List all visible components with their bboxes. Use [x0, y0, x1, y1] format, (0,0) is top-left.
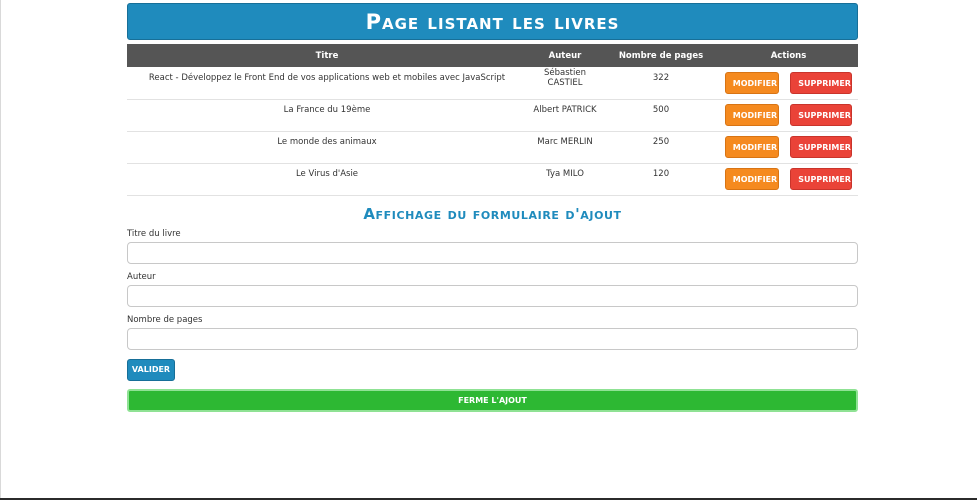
book-pages-cell: 120: [603, 163, 719, 196]
table-row: Le Virus d'Asie Tya MILO 120 MODIFIER SU…: [127, 163, 858, 196]
book-author: Marc MERLIN: [537, 137, 593, 147]
book-author-cell: Albert PATRICK: [527, 99, 603, 132]
window-left-edge: [0, 0, 1, 500]
table-row: La France du 19ème Albert PATRICK 500 MO…: [127, 99, 858, 132]
actions-cell: MODIFIER SUPPRIMER: [719, 163, 858, 196]
supprimer-button[interactable]: SUPPRIMER: [790, 168, 853, 190]
book-title: React - Développez le Front End de vos a…: [148, 72, 506, 83]
book-author: Sébastien CASTIEL: [544, 67, 586, 88]
table-row: React - Développez le Front End de vos a…: [127, 67, 858, 100]
pages-label: Nombre de pages: [127, 314, 203, 325]
supprimer-button[interactable]: SUPPRIMER: [790, 104, 853, 126]
modifier-button[interactable]: MODIFIER: [724, 136, 779, 158]
book-pages: 120: [652, 169, 670, 179]
book-pages: 500: [652, 105, 670, 115]
book-author: Albert PATRICK: [533, 105, 597, 115]
book-author-cell: Sébastien CASTIEL: [527, 67, 603, 100]
book-pages-cell: 250: [603, 131, 719, 164]
book-pages: 322: [652, 72, 670, 83]
book-title: Le Virus d'Asie: [295, 169, 359, 179]
book-pages: 250: [652, 137, 670, 147]
table-row: Le monde des animaux Marc MERLIN 250 MOD…: [127, 131, 858, 164]
page-title: Page listant les livres: [365, 9, 620, 34]
supprimer-button[interactable]: SUPPRIMER: [790, 136, 853, 158]
books-table: Titre Auteur Nombre de pages Actions Rea…: [127, 44, 858, 196]
column-header-actions: Actions: [770, 50, 807, 61]
column-header-nombre-pages: Nombre de pages: [618, 50, 704, 61]
actions-cell: MODIFIER SUPPRIMER: [719, 99, 858, 132]
table-header-row: Titre Auteur Nombre de pages Actions: [127, 44, 858, 67]
book-title: Le monde des animaux: [277, 137, 377, 147]
book-pages-cell: 500: [603, 99, 719, 132]
book-author-cell: Tya MILO: [527, 163, 603, 196]
form-title: Affichage du formulaire d'ajout: [363, 204, 622, 223]
auteur-label: Auteur: [127, 271, 156, 282]
main-container: Page listant les livres Titre Auteur Nom…: [127, 3, 858, 412]
actions-cell: MODIFIER SUPPRIMER: [719, 131, 858, 164]
modifier-button[interactable]: MODIFIER: [724, 71, 779, 94]
book-title: La France du 19ème: [283, 105, 371, 115]
book-title-cell: Le Virus d'Asie: [127, 163, 527, 196]
titre-input[interactable]: [127, 241, 858, 264]
column-header-auteur: Auteur: [548, 50, 582, 61]
page-header: Page listant les livres: [127, 3, 858, 40]
modifier-button[interactable]: MODIFIER: [724, 104, 779, 126]
book-author-cell: Marc MERLIN: [527, 131, 603, 164]
column-header-titre: Titre: [315, 50, 339, 61]
titre-label: Titre du livre: [127, 228, 181, 239]
book-author: Tya MILO: [546, 169, 584, 179]
book-title-cell: React - Développez le Front End de vos a…: [127, 67, 527, 100]
pages-input[interactable]: [127, 327, 858, 350]
ferme-ajout-button[interactable]: FERME L'AJOUT: [127, 388, 858, 412]
book-title-cell: La France du 19ème: [127, 99, 527, 132]
actions-cell: MODIFIER SUPPRIMER: [719, 67, 858, 100]
auteur-input[interactable]: [127, 284, 858, 307]
modifier-button[interactable]: MODIFIER: [724, 168, 779, 190]
supprimer-button[interactable]: SUPPRIMER: [790, 71, 853, 94]
valider-button[interactable]: VALIDER: [127, 358, 175, 381]
book-pages-cell: 322: [603, 67, 719, 100]
add-book-form: Titre du livre Auteur Nombre de pages VA…: [127, 229, 858, 381]
book-title-cell: Le monde des animaux: [127, 131, 527, 164]
